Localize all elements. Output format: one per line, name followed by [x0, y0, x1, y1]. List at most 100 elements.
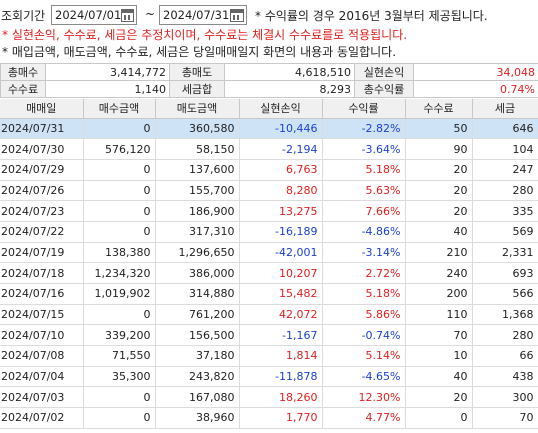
cell-date[interactable]: 2024/07/15 [0, 304, 84, 326]
cell-date[interactable]: 2024/07/26 [0, 180, 84, 202]
end-date-value[interactable]: 2024/07/31 [160, 8, 230, 22]
cell-sell[interactable]: 58,150 [155, 138, 240, 160]
cell-sell[interactable]: 156,500 [155, 324, 240, 347]
calendar-icon[interactable] [230, 8, 244, 22]
cell-buy[interactable]: 0 [83, 407, 156, 429]
cell-date[interactable]: 2024/07/18 [0, 262, 84, 284]
cell-pnl[interactable]: 1,814 [239, 345, 323, 367]
cell-date[interactable]: 2024/07/04 [0, 366, 84, 388]
cell-rate[interactable]: 5.18% [322, 283, 406, 305]
cell-pnl[interactable]: -1,167 [239, 324, 323, 347]
table-row[interactable]: 2024/07/18 1,234,320 386,000 10,207 2.72% 240… [0, 262, 538, 284]
cell-tax[interactable]: 247 [472, 159, 538, 181]
cell-date[interactable]: 2024/07/29 [0, 159, 84, 181]
table-row[interactable]: 2024/07/08 71,550 37,180 1,814 5.14% 10 66 [0, 345, 538, 367]
cell-date[interactable]: 2024/07/10 [0, 324, 84, 347]
cell-tax[interactable]: 2,331 [472, 242, 538, 264]
cell-fee[interactable]: 210 [405, 242, 473, 264]
cell-buy[interactable]: 0 [83, 386, 156, 409]
cell-rate[interactable]: -3.64% [322, 138, 406, 160]
start-date-value[interactable]: 2024/07/01 [52, 8, 121, 22]
cell-pnl[interactable]: -11,878 [239, 366, 323, 388]
table-row[interactable]: 2024/07/31 0 360,580 -10,446 -2.82% 50 646 [0, 118, 538, 140]
cell-tax[interactable]: 693 [472, 262, 538, 284]
cell-tax[interactable]: 104 [472, 138, 538, 160]
table-row[interactable]: 2024/07/30 576,120 58,150 -2,194 -3.64% 90 104 [0, 138, 538, 160]
table-row[interactable]: 2024/07/26 0 155,700 8,280 5.63% 20 280 [0, 180, 538, 202]
cell-sell[interactable]: 137,600 [155, 159, 240, 181]
cell-sell[interactable]: 155,700 [155, 180, 240, 202]
cell-fee[interactable]: 200 [405, 283, 473, 305]
cell-tax[interactable]: 438 [472, 366, 538, 388]
cell-rate[interactable]: 2.72% [322, 262, 406, 284]
cell-pnl[interactable]: 8,280 [239, 180, 323, 202]
cell-sell[interactable]: 386,000 [155, 262, 240, 284]
cell-fee[interactable]: 20 [405, 200, 473, 222]
cell-date[interactable]: 2024/07/16 [0, 283, 84, 305]
table-row[interactable]: 2024/07/03 0 167,080 18,260 12.30% 20 300 [0, 386, 538, 409]
cell-rate[interactable]: -0.74% [322, 324, 406, 347]
cell-fee[interactable]: 90 [405, 138, 473, 160]
cell-buy[interactable]: 0 [83, 221, 156, 243]
cell-buy[interactable]: 1,019,902 [83, 283, 156, 305]
table-row[interactable]: 2024/07/19 138,380 1,296,650 -42,001 -3.14% 2… [0, 242, 538, 264]
cell-buy[interactable]: 138,380 [83, 242, 156, 264]
cell-rate[interactable]: 5.63% [322, 180, 406, 202]
trade-grid[interactable]: 매매일 매수금액 매도금액 실현손익 수익률 수수료 세금 2024/07/31… [0, 99, 538, 433]
cell-rate[interactable]: 5.86% [322, 304, 406, 326]
cell-fee[interactable]: 20 [405, 180, 473, 202]
cell-rate[interactable]: -3.14% [322, 242, 406, 264]
cell-buy[interactable]: 0 [83, 180, 156, 202]
cell-date[interactable]: 2024/07/22 [0, 221, 84, 243]
cell-pnl[interactable]: -16,189 [239, 221, 323, 243]
table-row[interactable]: 2024/07/10 339,200 156,500 -1,167 -0.74% 70 28… [0, 324, 538, 347]
cell-rate[interactable]: 5.14% [322, 345, 406, 367]
cell-pnl[interactable]: 42,072 [239, 304, 323, 326]
cell-date[interactable]: 2024/07/03 [0, 386, 84, 409]
cell-tax[interactable]: 280 [472, 324, 538, 347]
col-header-sell[interactable]: 매도금액 [155, 99, 240, 119]
cell-sell[interactable]: 314,880 [155, 283, 240, 305]
cell-tax[interactable]: 569 [472, 221, 538, 243]
cell-sell[interactable]: 317,310 [155, 221, 240, 243]
cell-tax[interactable]: 1,368 [472, 304, 538, 326]
cell-buy[interactable]: 0 [83, 118, 156, 140]
cell-fee[interactable]: 0 [405, 407, 473, 429]
cell-fee[interactable]: 20 [405, 386, 473, 409]
table-row[interactable]: 2024/07/22 0 317,310 -16,189 -4.86% 40 569 [0, 221, 538, 243]
col-header-rate[interactable]: 수익률 [322, 99, 406, 119]
cell-rate[interactable]: 7.66% [322, 200, 406, 222]
calendar-icon[interactable] [121, 8, 134, 22]
cell-sell[interactable]: 37,180 [155, 345, 240, 367]
cell-date[interactable]: 2024/07/23 [0, 200, 84, 222]
table-row[interactable]: 2024/07/23 0 186,900 13,275 7.66% 20 335 [0, 200, 538, 222]
cell-tax[interactable]: 300 [472, 386, 538, 409]
cell-pnl[interactable]: -42,001 [239, 242, 323, 264]
cell-date[interactable]: 2024/07/30 [0, 138, 84, 160]
cell-rate[interactable]: 4.77% [322, 407, 406, 429]
cell-fee[interactable]: 40 [405, 221, 473, 243]
cell-fee[interactable]: 50 [405, 118, 473, 140]
cell-buy[interactable]: 339,200 [83, 324, 156, 347]
cell-sell[interactable]: 186,900 [155, 200, 240, 222]
cell-sell[interactable]: 38,960 [155, 407, 240, 429]
cell-sell[interactable]: 243,820 [155, 366, 240, 388]
cell-buy[interactable]: 1,234,320 [83, 262, 156, 284]
cell-sell[interactable]: 1,296,650 [155, 242, 240, 264]
cell-sell[interactable]: 360,580 [155, 118, 240, 140]
cell-fee[interactable]: 20 [405, 159, 473, 181]
table-row[interactable]: 2024/07/15 0 761,200 42,072 5.86% 110 1,368 [0, 304, 538, 326]
col-header-fee[interactable]: 수수료 [405, 99, 473, 119]
cell-rate[interactable]: -2.82% [322, 118, 406, 140]
table-row[interactable]: 2024/07/29 0 137,600 6,763 5.18% 20 247 [0, 159, 538, 181]
cell-buy[interactable]: 0 [83, 159, 156, 181]
cell-tax[interactable]: 566 [472, 283, 538, 305]
cell-pnl[interactable]: -10,446 [239, 118, 323, 140]
cell-date[interactable]: 2024/07/08 [0, 345, 84, 367]
cell-buy[interactable]: 71,550 [83, 345, 156, 367]
cell-pnl[interactable]: 10,207 [239, 262, 323, 284]
col-header-tax[interactable]: 세금 [472, 99, 538, 119]
cell-tax[interactable]: 280 [472, 180, 538, 202]
cell-pnl[interactable]: 6,763 [239, 159, 323, 181]
cell-rate[interactable]: -4.65% [322, 366, 406, 388]
